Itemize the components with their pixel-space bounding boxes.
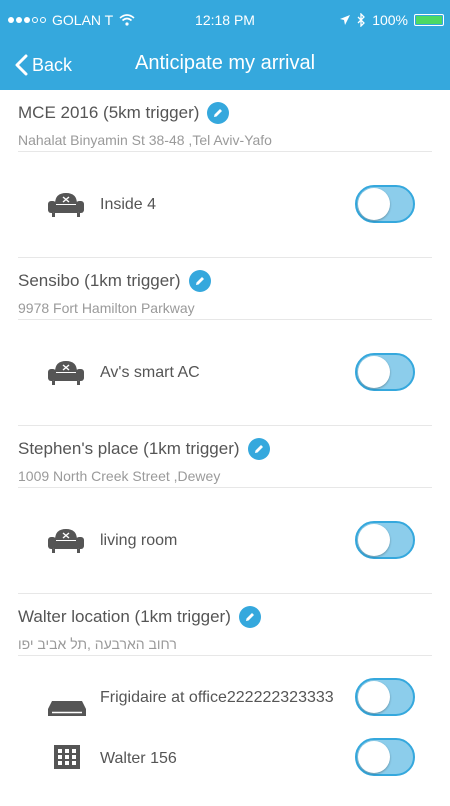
device-row: living room	[18, 488, 432, 594]
location-section: MCE 2016 (5km trigger) Nahalat Binyamin …	[0, 90, 450, 258]
device-row: Frigidaire at office222222323333	[18, 656, 432, 740]
location-header: Stephen's place (1km trigger) 1009 North…	[18, 426, 432, 488]
location-name: Walter location (1km trigger)	[18, 607, 231, 626]
device-row: Walter 156	[18, 738, 432, 806]
pencil-icon	[245, 613, 254, 621]
locations-list: MCE 2016 (5km trigger) Nahalat Binyamin …	[0, 90, 450, 806]
device-arrival-toggle[interactable]	[355, 521, 415, 559]
grid-icon	[54, 745, 80, 769]
device-row: Av's smart AC	[18, 320, 432, 426]
location-name-row: Sensibo (1km trigger)	[18, 270, 211, 292]
status-bar: GOLAN T 12:18 PM 100%	[0, 0, 450, 40]
device-arrival-toggle[interactable]	[355, 185, 415, 223]
location-section: Stephen's place (1km trigger) 1009 North…	[0, 426, 450, 594]
back-button[interactable]: Back	[14, 50, 72, 80]
location-address: רחוב הארבעה ,תל אביב יפו	[18, 636, 177, 652]
location-header: Sensibo (1km trigger) 9978 Fort Hamilton…	[18, 258, 432, 320]
back-label: Back	[32, 54, 73, 75]
location-name: Sensibo (1km trigger)	[18, 271, 181, 290]
device-name: living room	[100, 532, 178, 549]
toggle-knob	[358, 741, 390, 773]
armchair-icon	[48, 193, 84, 217]
device-row: Inside 4	[18, 152, 432, 258]
armchair-icon	[48, 361, 84, 385]
battery-percent: 100%	[372, 12, 408, 28]
edit-location-button[interactable]	[188, 270, 211, 292]
edit-location-button[interactable]	[238, 606, 261, 628]
toggle-knob	[358, 681, 390, 713]
location-name-row: Walter location (1km trigger)	[18, 606, 261, 628]
bluetooth-icon	[357, 13, 366, 27]
chevron-left-icon	[15, 54, 28, 76]
edit-location-button[interactable]	[207, 102, 230, 124]
toggle-knob	[358, 188, 390, 220]
air-conditioner-icon	[48, 701, 86, 716]
pencil-icon	[254, 445, 263, 453]
edit-location-button[interactable]	[247, 438, 270, 460]
toggle-knob	[358, 524, 390, 556]
device-arrival-toggle[interactable]	[355, 353, 415, 391]
device-name: Walter 156	[100, 750, 177, 767]
device-arrival-toggle[interactable]	[355, 738, 415, 776]
location-name: MCE 2016 (5km trigger)	[18, 103, 200, 122]
location-arrow-icon	[340, 15, 351, 25]
device-name: Av's smart AC	[100, 364, 200, 381]
armchair-icon	[48, 529, 84, 553]
location-address: Nahalat Binyamin St 38-48 ,Tel Aviv-Yafo	[18, 132, 272, 148]
location-address: 9978 Fort Hamilton Parkway	[18, 300, 195, 316]
location-header: Walter location (1km trigger) רחוב הארבע…	[18, 594, 432, 656]
device-name: Frigidaire at office222222323333	[100, 689, 334, 706]
location-name-row: MCE 2016 (5km trigger)	[18, 102, 230, 124]
navigation-bar: Back Anticipate my arrival	[0, 40, 450, 90]
device-name: Inside 4	[100, 196, 157, 213]
location-header: MCE 2016 (5km trigger) Nahalat Binyamin …	[18, 90, 432, 152]
location-name: Stephen's place (1km trigger)	[18, 439, 240, 458]
pencil-icon	[214, 109, 223, 117]
location-section: Sensibo (1km trigger) 9978 Fort Hamilton…	[0, 258, 450, 426]
page-title: Anticipate my arrival	[135, 52, 316, 74]
device-arrival-toggle[interactable]	[355, 678, 415, 716]
status-right: 100%	[339, 12, 444, 28]
pencil-icon	[195, 277, 204, 285]
location-name-row: Stephen's place (1km trigger)	[18, 438, 270, 460]
location-address: 1009 North Creek Street ,Dewey	[18, 468, 221, 484]
battery-icon	[414, 14, 444, 26]
location-section: Walter location (1km trigger) רחוב הארבע…	[0, 594, 450, 806]
toggle-knob	[358, 356, 390, 388]
battery-fill	[416, 16, 442, 24]
